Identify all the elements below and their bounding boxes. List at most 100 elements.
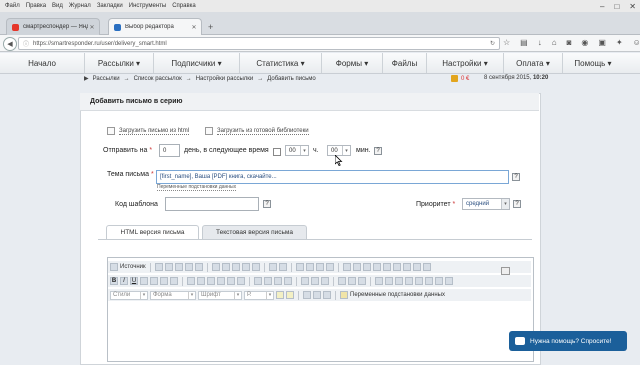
nav-mailings[interactable]: Рассылки ▾ — [85, 53, 154, 73]
back-arrow-icon[interactable]: ◀ — [3, 37, 17, 51]
format-combo[interactable]: Форма ▾ — [150, 290, 196, 300]
rtl-icon[interactable] — [311, 277, 319, 285]
help-button[interactable]: ? — [263, 200, 271, 208]
nav-payment[interactable]: Оплата ▾ — [504, 53, 563, 73]
indent-icon[interactable] — [217, 277, 225, 285]
nav-statistics[interactable]: Статистика ▾ — [240, 53, 322, 73]
outdent-icon[interactable] — [207, 277, 215, 285]
template-input[interactable] — [165, 197, 259, 211]
hidden-field-icon[interactable] — [422, 263, 431, 271]
menu-tools[interactable]: Инструменты — [129, 3, 166, 9]
browser-tab-yandex[interactable]: смартреспондер — Яндекс... ✕ — [6, 18, 100, 35]
subject-vars-link[interactable]: Переменные подстановки данных — [157, 184, 237, 191]
help-button[interactable]: ? — [512, 173, 520, 181]
undo-icon[interactable] — [268, 263, 277, 271]
save-icon[interactable] — [154, 263, 163, 271]
reload-icon[interactable]: ↻ — [490, 40, 495, 47]
reader-icon[interactable]: ▤ — [520, 38, 528, 47]
iframe-icon[interactable] — [445, 277, 453, 285]
chat-ext-icon[interactable]: ◉ — [581, 38, 588, 47]
browser-tab-editor[interactable]: Выбор редактора ✕ — [108, 18, 202, 35]
downloads-icon[interactable]: ↓ — [538, 38, 542, 47]
anchor-icon[interactable] — [358, 277, 366, 285]
select-all-icon[interactable] — [315, 263, 324, 271]
size-combo[interactable]: Р. ▾ — [244, 290, 274, 300]
upload-html-link[interactable]: Загрузить письмо из html — [107, 127, 190, 135]
bullet-list-icon[interactable] — [197, 277, 205, 285]
align-justify-icon[interactable] — [284, 277, 292, 285]
styles-combo[interactable]: Стили ▾ — [110, 290, 148, 300]
subscript-icon[interactable] — [150, 277, 158, 285]
minimize-button[interactable]: – — [600, 2, 604, 11]
templates-icon[interactable] — [194, 263, 203, 271]
time-checkbox[interactable] — [273, 148, 281, 156]
sync-icon[interactable]: ☺ — [633, 38, 640, 47]
menu-history[interactable]: Журнал — [69, 3, 91, 9]
copy-icon[interactable] — [221, 263, 230, 271]
align-center-icon[interactable] — [264, 277, 272, 285]
new-page-icon[interactable] — [164, 263, 173, 271]
language-icon[interactable] — [321, 277, 329, 285]
upload-library-link[interactable]: Загрузить из готовой библиотеки — [205, 127, 309, 135]
menu-view[interactable]: Вид — [52, 3, 63, 9]
spellcheck-icon[interactable] — [325, 263, 334, 271]
underline-icon[interactable]: U — [130, 277, 138, 285]
nav-help[interactable]: Помощь ▾ — [563, 53, 623, 73]
show-blocks-icon[interactable] — [313, 291, 321, 299]
image-icon[interactable] — [375, 277, 383, 285]
source-button[interactable]: Источник — [110, 263, 146, 271]
div-icon[interactable] — [237, 277, 245, 285]
flash-icon[interactable] — [385, 277, 393, 285]
site-info-icon[interactable]: ⓘ — [23, 39, 29, 48]
pocket-icon[interactable]: ◙ — [567, 38, 572, 47]
replace-icon[interactable] — [305, 263, 314, 271]
checkbox-icon[interactable] — [352, 263, 361, 271]
close-window-button[interactable]: ✕ — [629, 2, 636, 11]
text-color-icon[interactable] — [276, 291, 284, 299]
paste-word-icon[interactable] — [251, 263, 260, 271]
maximize-icon[interactable] — [303, 291, 311, 299]
cut-icon[interactable] — [211, 263, 220, 271]
close-tab-icon[interactable]: ✕ — [190, 24, 198, 31]
bookmark-star-icon[interactable]: ☆ — [503, 38, 510, 47]
variables-button[interactable]: Переменные подстановки данных — [340, 291, 445, 299]
screenshot-icon[interactable]: ▣ — [598, 38, 606, 47]
find-icon[interactable] — [295, 263, 304, 271]
page-break-icon[interactable] — [435, 277, 443, 285]
redo-icon[interactable] — [278, 263, 287, 271]
home-icon[interactable]: ⌂ — [552, 38, 557, 47]
nav-home[interactable]: Начало — [0, 53, 85, 73]
textfield-icon[interactable] — [372, 263, 381, 271]
menu-help[interactable]: Справка — [172, 3, 196, 9]
about-icon[interactable] — [323, 291, 331, 299]
new-tab-button[interactable]: + — [208, 22, 213, 32]
tab-text-version[interactable]: Текстовая версия письма — [202, 225, 307, 239]
extension-icon[interactable]: ✦ — [616, 38, 623, 47]
italic-icon[interactable]: I — [120, 277, 128, 285]
special-char-icon[interactable] — [425, 277, 433, 285]
textarea-icon[interactable] — [382, 263, 391, 271]
help-button[interactable]: ? — [374, 147, 382, 155]
button-icon[interactable] — [402, 263, 411, 271]
breadcrumb-mailings[interactable]: Рассылки — [93, 76, 120, 82]
breadcrumb-list[interactable]: Список рассылок — [134, 76, 182, 82]
horizontal-line-icon[interactable] — [405, 277, 413, 285]
align-left-icon[interactable] — [254, 277, 262, 285]
smiley-icon[interactable] — [415, 277, 423, 285]
breadcrumb-settings[interactable]: Настройки рассылки — [196, 76, 254, 82]
bg-color-icon[interactable] — [286, 291, 294, 299]
link-icon[interactable] — [338, 277, 346, 285]
nav-settings[interactable]: Настройки ▾ — [427, 53, 504, 73]
unlink-icon[interactable] — [348, 277, 356, 285]
font-combo[interactable]: Шрифт ▾ — [198, 290, 242, 300]
menu-edit[interactable]: Правка — [26, 3, 46, 9]
nav-files[interactable]: Файлы — [383, 53, 427, 73]
blockquote-icon[interactable] — [227, 277, 235, 285]
table-icon[interactable] — [395, 277, 403, 285]
radio-icon[interactable] — [362, 263, 371, 271]
menu-file[interactable]: Файл — [5, 3, 20, 9]
ltr-icon[interactable] — [301, 277, 309, 285]
priority-select[interactable]: средний ▾ — [462, 198, 510, 210]
bold-icon[interactable]: B — [110, 277, 118, 285]
nav-forms[interactable]: Формы ▾ — [322, 53, 383, 73]
